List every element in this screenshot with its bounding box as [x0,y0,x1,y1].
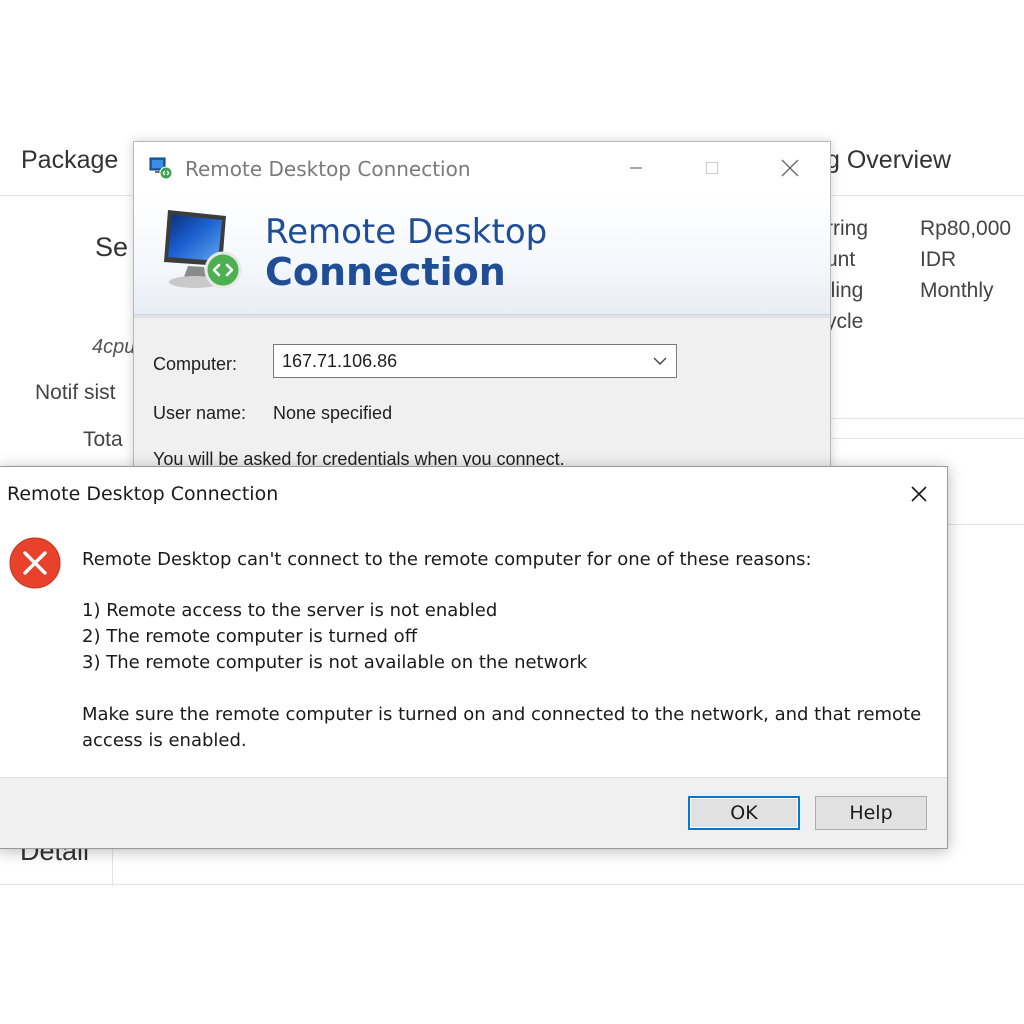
error-message: Remote Desktop can't connect to the remo… [82,549,812,570]
error-advice: access is enabled. [82,730,247,751]
username-label: User name: [153,403,247,423]
error-dialog-footer: OK Help [0,777,947,848]
minimize-icon [630,167,642,169]
bg-notif-label: Notif sist [35,381,116,404]
rdc-main-window: Remote Desktop Connection Remote Desktop… [133,141,831,473]
close-icon [781,159,799,177]
error-reason: 2) The remote computer is turned off [82,626,418,647]
bg-overview-label: ycle [826,310,864,333]
username-value: None specified [273,403,393,423]
error-advice: Make sure the remote computer is turned … [82,704,922,725]
rdc-window-title: Remote Desktop Connection [185,157,471,181]
computer-input[interactable] [274,345,660,377]
bg-package-heading: Package [21,146,119,174]
help-button[interactable]: Help [815,796,927,830]
bg-spec-text: 4cpu [92,336,136,358]
bg-divider [0,884,1024,885]
bg-overview-value: IDR [920,248,957,271]
bg-section-title: Se [95,232,129,262]
rdc-titlebar[interactable]: Remote Desktop Connection [134,142,830,194]
bg-overview-value: Rp80,000 [920,217,1012,240]
bg-overview-label: rring [826,217,869,240]
bg-divider [820,438,1024,439]
chevron-down-icon[interactable] [652,354,668,368]
bg-overview-value: Monthly [920,279,994,302]
computer-combobox[interactable] [273,344,677,378]
error-dialog: Remote Desktop Connection Remote Desktop… [0,466,948,849]
rdc-banner: Remote Desktop Connection [134,194,830,318]
bg-divider [820,418,1024,419]
error-reason: 1) Remote access to the server is not en… [82,600,498,621]
error-dialog-title: Remote Desktop Connection [7,483,279,505]
maximize-icon [706,162,718,174]
rdc-banner-title-line2: Connection [265,250,506,294]
ok-button[interactable]: OK [688,796,800,830]
bg-total-label: Tota [83,428,123,451]
maximize-button[interactable] [692,150,732,186]
remote-desktop-icon [149,157,173,180]
error-icon [9,537,61,589]
error-close-button[interactable] [899,477,939,511]
bg-divider [940,524,1024,525]
close-button[interactable] [770,150,810,186]
error-reason: 3) The remote computer is not available … [82,652,588,673]
minimize-button[interactable] [616,150,656,186]
close-icon [911,486,927,502]
computer-label: Computer: [153,354,238,374]
bg-overview-heading: g Overview [826,146,952,174]
rdc-banner-title-line1: Remote Desktop [265,212,548,252]
monitor-icon [164,210,242,289]
bg-overview-label: lling [826,279,864,302]
